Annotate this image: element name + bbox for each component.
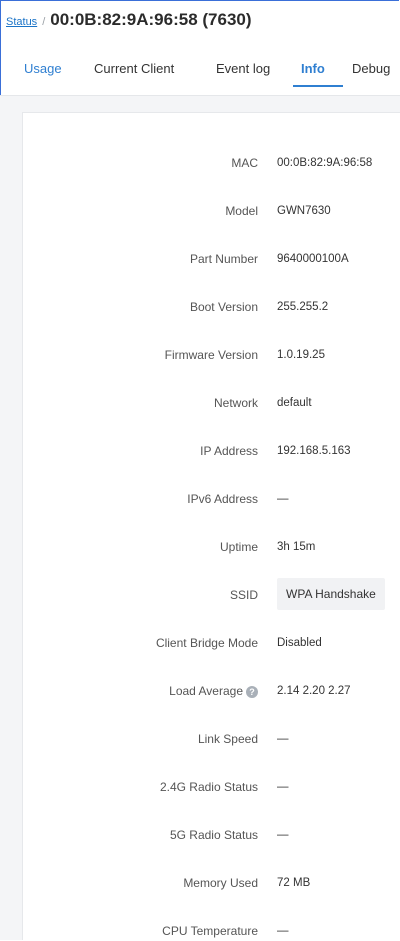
info-row-model: Model GWN7630 <box>23 201 400 221</box>
info-row-24g-radio-status: 2.4G Radio Status — <box>23 777 400 797</box>
network-label: Network <box>213 396 258 410</box>
ip-address-value: 192.168.5.163 <box>277 445 351 457</box>
info-row-cpu-temperature: CPU Temperature — <box>23 921 400 941</box>
boot-version-label: Boot Version <box>189 300 258 314</box>
info-row-part-number: Part Number 9640000100A <box>23 249 400 269</box>
model-value: GWN7630 <box>277 205 331 217</box>
breadcrumb: Status / 00:0B:82:9A:96:58 (7630) <box>6 10 252 34</box>
mac-value: 00:0B:82:9A:96:58 <box>277 157 373 169</box>
info-row-5g-radio-status: 5G Radio Status — <box>23 825 400 845</box>
page-title: 00:0B:82:9A:96:58 (7630) <box>50 10 252 29</box>
tab-usage[interactable]: Usage <box>24 61 62 76</box>
link-speed-value: — <box>277 733 289 745</box>
ipv6-address-label: IPv6 Address <box>187 492 258 506</box>
tab-current-client[interactable]: Current Client <box>94 61 174 76</box>
tab-info[interactable]: Info <box>301 61 325 76</box>
info-row-boot-version: Boot Version 255.255.2 <box>23 297 400 317</box>
cpu-temperature-value: — <box>277 925 289 937</box>
ipv6-address-value: — <box>277 493 289 505</box>
ssid-chip[interactable]: WPA Handshake <box>277 578 385 610</box>
info-row-load-average: Load Average? 2.14 2.20 2.27 <box>23 681 400 701</box>
model-label: Model <box>225 204 258 218</box>
load-average-label-wrapper: Load Average? <box>169 681 258 701</box>
part-number-value: 9640000100A <box>277 253 349 265</box>
info-row-ipv6-address: IPv6 Address — <box>23 489 400 509</box>
ssid-label: SSID <box>229 588 258 602</box>
tab-debug[interactable]: Debug <box>352 61 390 76</box>
info-row-firmware-version: Firmware Version 1.0.19.25 <box>23 345 400 365</box>
firmware-version-value: 1.0.19.25 <box>277 349 325 361</box>
tab-event-log[interactable]: Event log <box>216 61 270 76</box>
mac-label: MAC <box>231 156 258 170</box>
active-tab-indicator <box>293 85 343 87</box>
breadcrumb-status-link[interactable]: Status <box>6 16 37 28</box>
part-number-label: Part Number <box>189 252 258 266</box>
info-row-ip-address: IP Address 192.168.5.163 <box>23 441 400 461</box>
load-average-value: 2.14 2.20 2.27 <box>277 685 351 697</box>
info-card: MAC 00:0B:82:9A:96:58 Model GWN7630 Part… <box>22 112 400 940</box>
radio-5g-status-value: — <box>277 829 289 841</box>
load-average-label: Load Average <box>169 684 243 698</box>
link-speed-label: Link Speed <box>197 732 258 746</box>
client-bridge-mode-value: Disabled <box>277 637 322 649</box>
memory-used-label: Memory Used <box>183 876 258 890</box>
cpu-temperature-label: CPU Temperature <box>162 924 258 938</box>
network-value: default <box>277 397 312 409</box>
info-row-link-speed: Link Speed — <box>23 729 400 749</box>
ip-address-label: IP Address <box>200 444 258 458</box>
radio-24g-status-value: — <box>277 781 289 793</box>
boot-version-value: 255.255.2 <box>277 301 329 313</box>
radio-24g-status-label: 2.4G Radio Status <box>159 780 258 794</box>
info-row-mac: MAC 00:0B:82:9A:96:58 <box>23 153 400 173</box>
firmware-version-label: Firmware Version <box>164 348 258 362</box>
breadcrumb-separator: / <box>42 16 46 28</box>
info-row-memory-used: Memory Used 72 MB <box>23 873 400 893</box>
uptime-value: 3h 15m <box>277 541 316 553</box>
info-row-ssid: SSID WPA Handshake <box>23 578 400 610</box>
tab-bar: Usage Current Client Event log Info Debu… <box>0 55 400 96</box>
info-row-uptime: Uptime 3h 15m <box>23 537 400 557</box>
info-row-network: Network default <box>23 393 400 413</box>
radio-5g-status-label: 5G Radio Status <box>169 828 258 842</box>
question-icon[interactable]: ? <box>246 685 258 698</box>
uptime-label: Uptime <box>219 540 258 554</box>
memory-used-value: 72 MB <box>277 877 311 889</box>
info-row-client-bridge-mode: Client Bridge Mode Disabled <box>23 633 400 653</box>
client-bridge-mode-label: Client Bridge Mode <box>155 636 258 650</box>
